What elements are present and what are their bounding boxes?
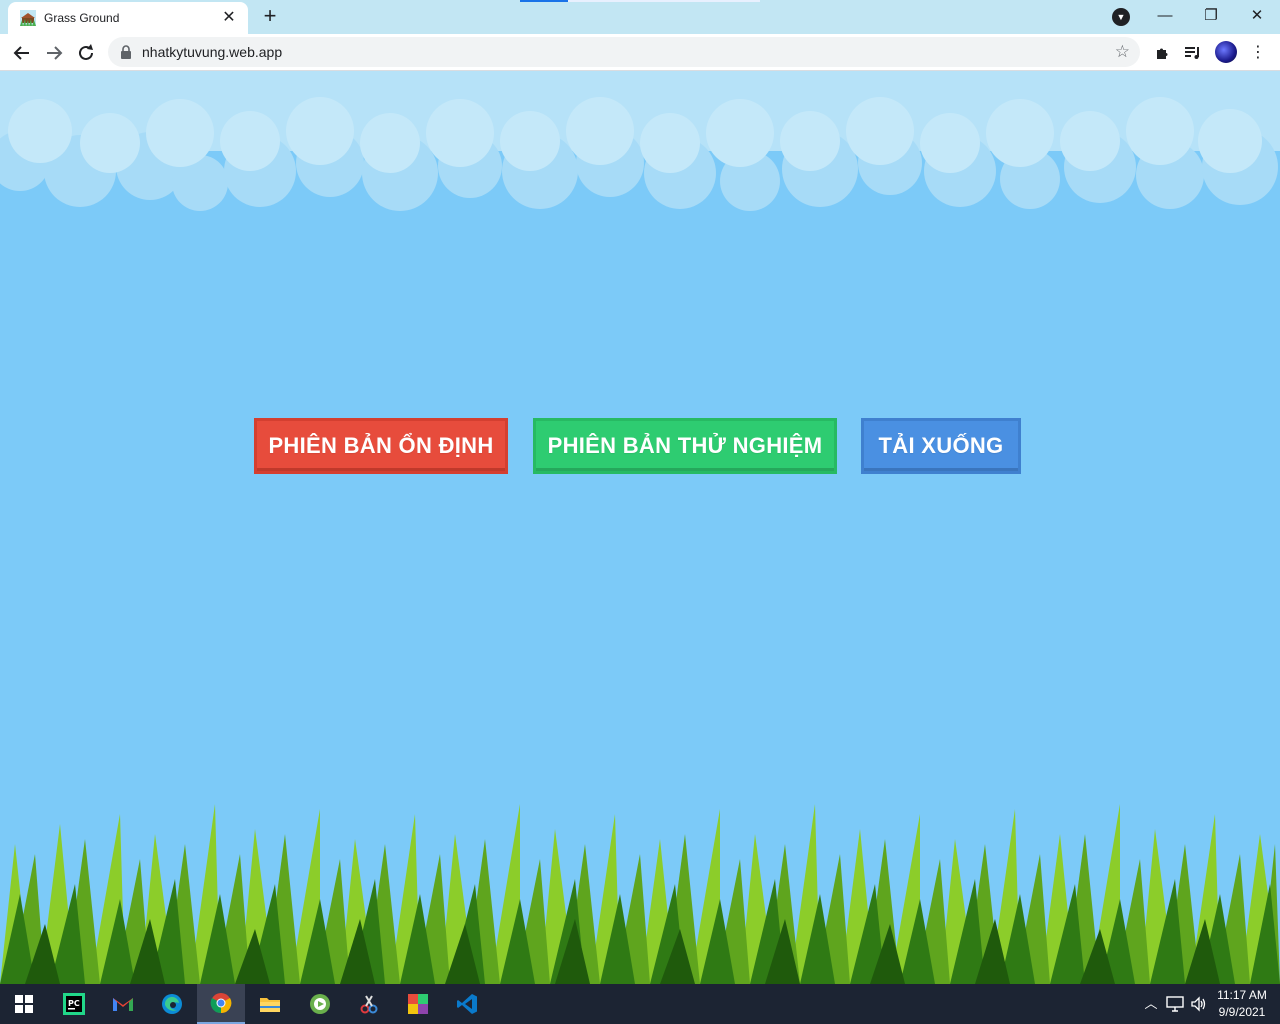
gmail-icon[interactable]: [99, 984, 147, 1024]
browser-toolbar: nhatkytuvung.web.app ☆ ⋮: [0, 34, 1280, 71]
clouds-decoration: [0, 71, 1280, 211]
snipping-tool-icon[interactable]: [345, 984, 393, 1024]
tab-title: Grass Ground: [44, 11, 120, 25]
lock-icon[interactable]: [120, 45, 132, 59]
close-window-button[interactable]: ✕: [1234, 4, 1280, 30]
restore-button[interactable]: ❐: [1188, 4, 1234, 30]
page-viewport: PHIÊN BẢN ỔN ĐỊNH PHIÊN BẢN THỬ NGHIỆM T…: [0, 71, 1280, 984]
tab-search-icon[interactable]: ▼: [1112, 8, 1130, 26]
media-queue-icon[interactable]: [1181, 41, 1205, 65]
stable-version-button[interactable]: PHIÊN BẢN ỔN ĐỊNH: [254, 418, 508, 474]
svg-text:PC: PC: [68, 999, 80, 1008]
grass-decoration: [0, 804, 1280, 984]
tray-chevron-up-icon[interactable]: ︿: [1142, 984, 1160, 1024]
forward-arrow-icon[interactable]: [40, 39, 68, 67]
loading-track: [568, 0, 760, 2]
file-explorer-icon[interactable]: [246, 984, 294, 1024]
url-text[interactable]: nhatkytuvung.web.app: [142, 44, 282, 60]
action-button-row: PHIÊN BẢN ỔN ĐỊNH PHIÊN BẢN THỬ NGHIỆM T…: [0, 418, 1280, 474]
pycharm-icon[interactable]: PC: [50, 984, 98, 1024]
beta-version-button[interactable]: PHIÊN BẢN THỬ NGHIỆM: [533, 418, 837, 474]
colorful-app-icon[interactable]: [394, 984, 442, 1024]
minimize-button[interactable]: —: [1142, 4, 1188, 30]
volume-icon[interactable]: [1190, 984, 1210, 1024]
grass-favicon-icon: [20, 10, 36, 26]
profile-avatar[interactable]: [1215, 41, 1237, 63]
edge-icon[interactable]: [148, 984, 196, 1024]
vscode-icon[interactable]: [443, 984, 491, 1024]
network-icon[interactable]: [1166, 984, 1186, 1024]
bookmark-star-icon[interactable]: ☆: [1115, 42, 1130, 62]
extensions-puzzle-icon[interactable]: [1150, 41, 1174, 65]
clock-time: 11:17 AM: [1217, 988, 1267, 1002]
address-bar[interactable]: nhatkytuvung.web.app ☆: [108, 37, 1140, 67]
browser-tab-bar: Grass Ground ✕ + ▼ — ❐ ✕: [0, 0, 1280, 34]
close-tab-icon[interactable]: ✕: [220, 9, 238, 27]
windows-start-icon[interactable]: [0, 984, 48, 1024]
download-button[interactable]: TẢI XUỐNG: [861, 418, 1021, 474]
loading-indicator: [520, 0, 568, 2]
green-app-icon[interactable]: [296, 984, 344, 1024]
new-tab-button[interactable]: +: [258, 5, 282, 29]
clock-date: 9/9/2021: [1218, 1005, 1266, 1019]
menu-kebab-icon[interactable]: ⋮: [1246, 41, 1270, 65]
back-arrow-icon[interactable]: [8, 39, 36, 67]
browser-tab-active[interactable]: Grass Ground ✕: [8, 2, 248, 34]
reload-icon[interactable]: [72, 39, 100, 67]
taskbar-clock[interactable]: 11:17 AM 9/9/2021: [1212, 987, 1272, 1021]
chrome-icon[interactable]: [197, 984, 245, 1024]
windows-taskbar: PC ︿ 11:17 AM 9/9/2021: [0, 984, 1280, 1024]
